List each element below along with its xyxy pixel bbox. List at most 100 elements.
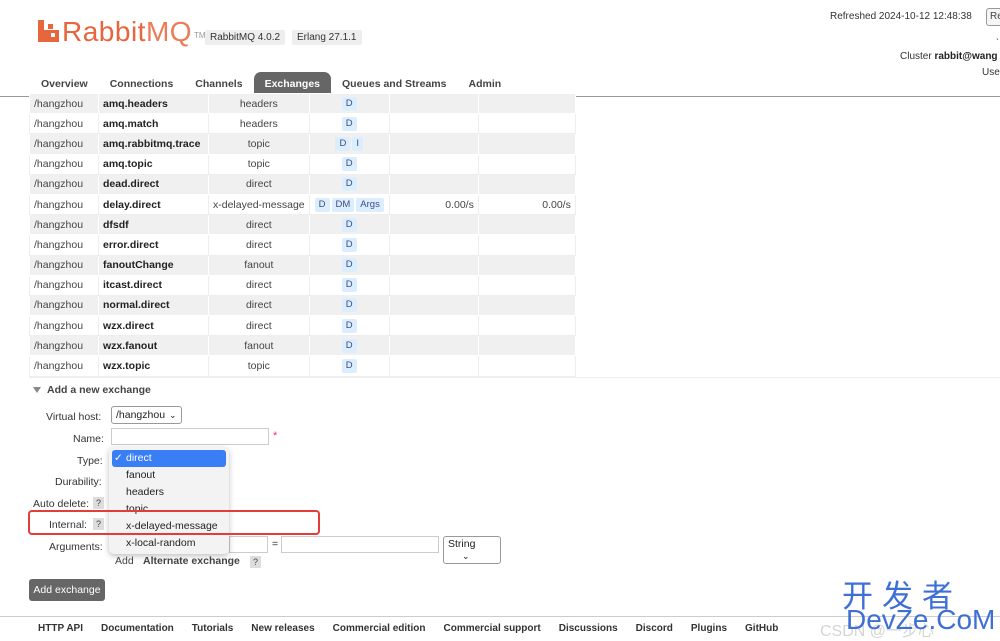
exchange-name-link[interactable]: dfsdf: [98, 214, 209, 236]
exchange-name-link[interactable]: amq.match: [98, 113, 209, 135]
exchange-type-cell: topic: [208, 133, 310, 155]
type-option-direct[interactable]: ✓ direct: [112, 450, 226, 467]
footer-link-commercial-edition[interactable]: Commercial edition: [333, 623, 426, 634]
argument-value-input[interactable]: [281, 536, 439, 553]
rabbitmq-logo[interactable]: RabbitMQ TM: [38, 14, 206, 46]
footer-link-tutorials[interactable]: Tutorials: [192, 623, 233, 634]
feature-badge: D: [341, 338, 357, 353]
exchange-name-link[interactable]: dead.direct: [98, 173, 209, 195]
exchange-type-cell: fanout: [208, 254, 310, 276]
message-rate-out: [477, 355, 576, 377]
refresh-interval-select[interactable]: Re: [986, 8, 1000, 26]
exchange-type-cell: topic: [208, 355, 310, 377]
type-option-label: fanout: [126, 469, 156, 481]
type-dropdown-menu[interactable]: ✓ direct fanout headers topic x-delayed-messa…: [109, 447, 229, 554]
auto-delete-help-icon[interactable]: ?: [93, 497, 104, 509]
chevron-down-icon: ⌄: [169, 410, 177, 420]
footer-link-github[interactable]: GitHub: [745, 623, 778, 634]
footer-link-plugins[interactable]: Plugins: [691, 623, 727, 634]
virtual-host-select[interactable]: /hangzhou ⌄: [111, 406, 182, 424]
devze-watermark-en: DevZe.CoM: [846, 604, 996, 635]
message-rate-in: [388, 173, 479, 195]
feature-badge: D: [341, 237, 357, 252]
footer-link-commercial-support[interactable]: Commercial support: [443, 623, 540, 634]
argument-type-select[interactable]: String⌄: [443, 536, 501, 564]
vhost-cell: /hangzhou: [29, 113, 99, 135]
header-mark: ˎ: [996, 30, 1000, 41]
message-rate-out: [477, 113, 576, 135]
table-row: /hangzhou wzx.direct direct D: [29, 315, 576, 337]
message-rate-out: [477, 133, 576, 155]
exchange-type-cell: x-delayed-message: [208, 193, 310, 216]
footer-link-http-api[interactable]: HTTP API: [38, 623, 83, 634]
add-exchange-button[interactable]: Add exchange: [29, 579, 105, 601]
footer-link-discussions[interactable]: Discussions: [559, 623, 618, 634]
message-rate-in: [388, 234, 479, 256]
exchange-name-link[interactable]: amq.headers: [98, 92, 209, 115]
features-cell: D: [308, 315, 390, 337]
vhost-cell: /hangzhou: [29, 234, 99, 256]
checkmark-icon: ✓: [114, 452, 123, 464]
auto-delete-label: Auto delete:: [33, 498, 90, 510]
durability-label: Durability:: [55, 476, 102, 488]
type-option-x-local-random[interactable]: x-local-random: [112, 535, 226, 552]
name-input[interactable]: [111, 428, 269, 445]
alternate-exchange-help-icon[interactable]: ?: [250, 556, 261, 568]
message-rate-out: [477, 214, 576, 236]
table-row: /hangzhou dead.direct direct D: [29, 173, 576, 195]
feature-badge: D: [341, 298, 357, 313]
features-cell: DI: [308, 133, 390, 155]
feature-badge: D: [335, 136, 351, 151]
message-rate-in: [388, 274, 479, 296]
section-title: Add a new exchange: [47, 384, 151, 396]
table-row: /hangzhou amq.rabbitmq.trace topic D I: [29, 133, 576, 155]
message-rate-in: [388, 214, 479, 236]
exchange-name-link[interactable]: error.direct: [98, 234, 209, 256]
vhost-cell: /hangzhou: [29, 315, 99, 337]
footer-link-new-releases[interactable]: New releases: [251, 623, 314, 634]
type-option-fanout[interactable]: fanout: [112, 467, 226, 484]
message-rate-in: [388, 153, 479, 175]
exchange-name-link[interactable]: fanoutChange: [98, 254, 209, 276]
exchange-name-link[interactable]: normal.direct: [98, 294, 209, 317]
logo-text: RabbitMQ: [62, 16, 193, 47]
feature-badge: D: [341, 116, 357, 131]
message-rate-out: [477, 294, 576, 317]
message-rate-out: [477, 173, 576, 195]
user-info: Use: [982, 67, 1000, 78]
features-cell: D: [308, 92, 390, 115]
table-row: /hangzhou amq.headers headers D: [29, 92, 576, 115]
type-option-headers[interactable]: headers: [112, 484, 226, 501]
exchange-type-cell: direct: [208, 173, 310, 195]
add-argument-link[interactable]: Add: [115, 555, 134, 567]
message-rate-out: [477, 315, 576, 337]
vhost-cell: /hangzhou: [29, 274, 99, 296]
exchange-type-cell: headers: [208, 92, 310, 115]
alternate-exchange-link[interactable]: Alternate exchange: [143, 555, 240, 567]
exchange-type-cell: direct: [208, 274, 310, 296]
exchange-name-link[interactable]: amq.topic: [98, 153, 209, 175]
type-option-label: headers: [126, 486, 164, 498]
table-row: /hangzhou normal.direct direct D: [29, 294, 576, 317]
exchange-name-link[interactable]: wzx.topic: [98, 355, 209, 377]
message-rate-in: [388, 335, 479, 357]
vhost-cell: /hangzhou: [29, 214, 99, 236]
exchange-name-link[interactable]: amq.rabbitmq.trace: [98, 133, 209, 155]
footer-link-discord[interactable]: Discord: [636, 623, 673, 634]
exchange-name-link[interactable]: wzx.direct: [98, 315, 209, 337]
argument-key-input[interactable]: [229, 536, 268, 553]
argument-type-value: String: [448, 538, 476, 550]
virtual-host-label: Virtual host:: [46, 411, 102, 423]
footer-link-documentation[interactable]: Documentation: [101, 623, 174, 634]
add-exchange-section-toggle[interactable]: Add a new exchange: [33, 384, 151, 396]
rabbitmq-logo-icon: [38, 20, 59, 42]
vhost-cell: /hangzhou: [29, 133, 99, 155]
exchange-name-link[interactable]: delay.direct: [98, 193, 209, 216]
exchange-name-link[interactable]: wzx.fanout: [98, 335, 209, 357]
table-row: /hangzhou amq.topic topic D: [29, 153, 576, 175]
exchange-type-cell: direct: [208, 214, 310, 236]
rabbitmq-version: RabbitMQ 4.0.2: [205, 30, 286, 45]
exchange-name-link[interactable]: itcast.direct: [98, 274, 209, 296]
message-rate-in: [388, 315, 479, 337]
logo-trademark: TM: [194, 31, 206, 40]
